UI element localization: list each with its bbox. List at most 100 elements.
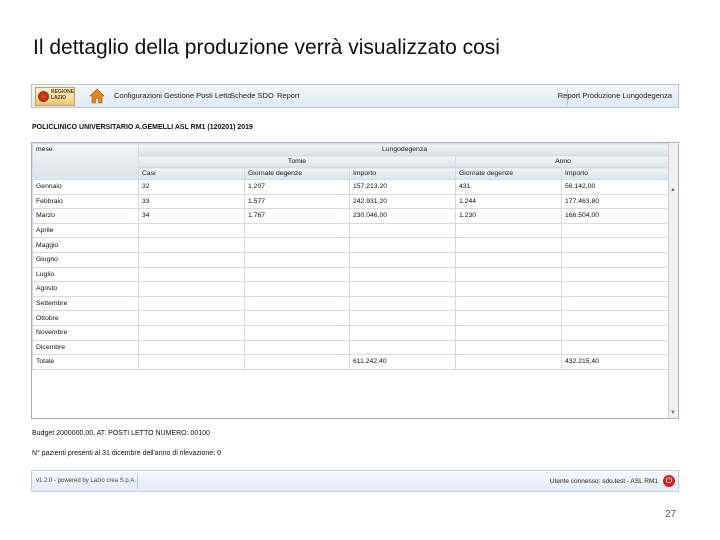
table-row: Settembre bbox=[32, 295, 672, 312]
cell-mese: Settembre bbox=[32, 295, 139, 312]
seal-icon bbox=[38, 91, 49, 102]
logo-text: REGIONE LAZIO bbox=[51, 89, 75, 101]
cell-casi: 33 bbox=[138, 193, 245, 210]
cell-casi bbox=[138, 266, 245, 283]
header-tomie: Tomie bbox=[138, 155, 456, 168]
slide-title: Il dettaglio della produzione verrà visu… bbox=[33, 36, 500, 59]
cell-giornate-degenze-anno: 431 bbox=[455, 179, 562, 195]
cell-giornate-degenze-anno bbox=[455, 251, 562, 268]
table-row: Novembre bbox=[32, 324, 672, 341]
cell-importo: 230.046,00 bbox=[349, 208, 456, 224]
cell-giornate-degenze-anno bbox=[455, 295, 562, 312]
table-row: Gennaio 32 1.207 157.213,20 431 56.142,00 bbox=[32, 179, 672, 195]
cell-mese: Febbraio bbox=[32, 193, 139, 210]
header-giornate-degenze: Giornate degenze bbox=[244, 167, 350, 180]
cell-importo-anno bbox=[560, 310, 672, 326]
total-row: Totale 611.242,40 432.215,40 bbox=[32, 354, 672, 370]
cell-mese: Totale bbox=[32, 354, 139, 370]
patients-text: N° pazienti presenti al 31 dicembre dell… bbox=[32, 450, 221, 457]
cell-giornate-degenze-anno bbox=[455, 339, 562, 356]
cell-importo-anno: 56.142,00 bbox=[560, 179, 672, 195]
header-anno: Anno bbox=[454, 155, 672, 168]
cell-importo-anno bbox=[560, 339, 672, 356]
cell-casi bbox=[138, 222, 245, 239]
cell-importo-anno bbox=[560, 324, 672, 341]
menu-report[interactable]: Report bbox=[277, 91, 300, 100]
cell-giornate-degenze-anno bbox=[455, 354, 562, 370]
cell-casi bbox=[138, 251, 245, 268]
cell-mese: Gennaio bbox=[32, 179, 139, 195]
report-title: Report Produzione Lungodegenza bbox=[557, 91, 672, 100]
cell-importo-anno bbox=[560, 222, 672, 239]
table-row: Giugno bbox=[32, 251, 672, 268]
cell-importo-anno bbox=[560, 266, 672, 283]
table-row: Aprile bbox=[32, 222, 672, 239]
logout-icon[interactable]: ⏻ bbox=[663, 475, 675, 487]
app-screenshot: REGIONE LAZIO Configurazioni Gestione Po… bbox=[31, 84, 679, 494]
cell-casi bbox=[138, 324, 245, 341]
cell-giornate-degenze bbox=[244, 281, 350, 297]
header-importo-anno: Importo bbox=[560, 167, 672, 180]
cell-importo bbox=[349, 237, 456, 253]
cell-importo-anno bbox=[560, 237, 672, 253]
regione-lazio-logo: REGIONE LAZIO bbox=[35, 87, 75, 106]
table-row: Febbraio 33 1.577 242.931,20 1.244 177.463,80 bbox=[32, 193, 672, 210]
cell-giornate-degenze-anno bbox=[455, 237, 562, 253]
cell-importo bbox=[349, 324, 456, 341]
page-number: 27 bbox=[665, 509, 677, 520]
cell-casi bbox=[138, 295, 245, 312]
cell-importo-anno: 177.463,80 bbox=[560, 193, 672, 210]
version-text: v1.2.0 - powered by Lazio crea S.p.A. bbox=[36, 478, 137, 484]
cell-mese: Marzo bbox=[32, 208, 139, 224]
budget-text: Budget 2000000,00, AT. POSTI LETTO NUMER… bbox=[32, 430, 210, 437]
cell-mese: Aprile bbox=[32, 222, 139, 239]
cell-giornate-degenze bbox=[244, 251, 350, 268]
cell-giornate-degenze-anno: 1.244 bbox=[455, 193, 562, 210]
menu-configurazioni[interactable]: Configurazioni bbox=[114, 91, 162, 100]
cell-mese: Giugno bbox=[32, 251, 139, 268]
cell-mese: Ottobre bbox=[32, 310, 139, 326]
cell-importo-anno: 432.215,40 bbox=[560, 354, 672, 370]
cell-importo: 157.213,20 bbox=[349, 179, 456, 195]
cell-giornate-degenze bbox=[244, 324, 350, 341]
cell-importo: 242.931,20 bbox=[349, 193, 456, 210]
scroll-up-icon[interactable]: ▲ bbox=[670, 187, 676, 193]
cell-giornate-degenze-anno bbox=[455, 281, 562, 297]
cell-giornate-degenze bbox=[244, 266, 350, 283]
table-row: Dicembre bbox=[32, 339, 672, 356]
footer-divider bbox=[137, 474, 138, 489]
table-row: Ottobre bbox=[32, 310, 672, 326]
cell-giornate-degenze bbox=[244, 354, 350, 370]
scroll-down-icon[interactable]: ▼ bbox=[670, 410, 676, 416]
cell-importo-anno: 166.504,00 bbox=[560, 208, 672, 224]
cell-giornate-degenze bbox=[244, 295, 350, 312]
cell-giornate-degenze-anno bbox=[455, 310, 562, 326]
cell-mese: Dicembre bbox=[32, 339, 139, 356]
cell-giornate-degenze bbox=[244, 222, 350, 239]
cell-giornate-degenze: 1.767 bbox=[244, 208, 350, 224]
header-lungodegenza: Lungodegenza bbox=[137, 143, 672, 156]
table-row: Luglio bbox=[32, 266, 672, 283]
cell-giornate-degenze bbox=[244, 310, 350, 326]
header-giornate-degenze-anno: Giornate degenze bbox=[455, 167, 562, 180]
menu-schede-sdo[interactable]: Schede SDO bbox=[230, 91, 274, 100]
cell-importo bbox=[349, 251, 456, 268]
cell-mese: Agosto bbox=[32, 281, 139, 297]
cell-giornate-degenze-anno: 1.230 bbox=[455, 208, 562, 224]
menu-gestione-posti-letto[interactable]: Gestione Posti Letto bbox=[164, 91, 232, 100]
header-casi: Casi bbox=[138, 167, 245, 180]
cell-mese: Luglio bbox=[32, 266, 139, 283]
cell-giornate-degenze: 1.207 bbox=[244, 179, 350, 195]
cell-importo bbox=[349, 295, 456, 312]
home-icon[interactable] bbox=[89, 88, 105, 104]
cell-importo bbox=[349, 222, 456, 239]
cell-giornate-degenze bbox=[244, 339, 350, 356]
cell-importo: 611.242,40 bbox=[349, 354, 456, 370]
cell-importo bbox=[349, 339, 456, 356]
app-toolbar: REGIONE LAZIO Configurazioni Gestione Po… bbox=[31, 84, 679, 108]
cell-casi bbox=[138, 354, 245, 370]
cell-giornate-degenze-anno bbox=[455, 222, 562, 239]
app-footer: v1.2.0 - powered by Lazio crea S.p.A. Ut… bbox=[31, 470, 679, 492]
cell-casi: 34 bbox=[138, 208, 245, 224]
vertical-scrollbar[interactable]: ▲ ▼ bbox=[668, 143, 678, 418]
